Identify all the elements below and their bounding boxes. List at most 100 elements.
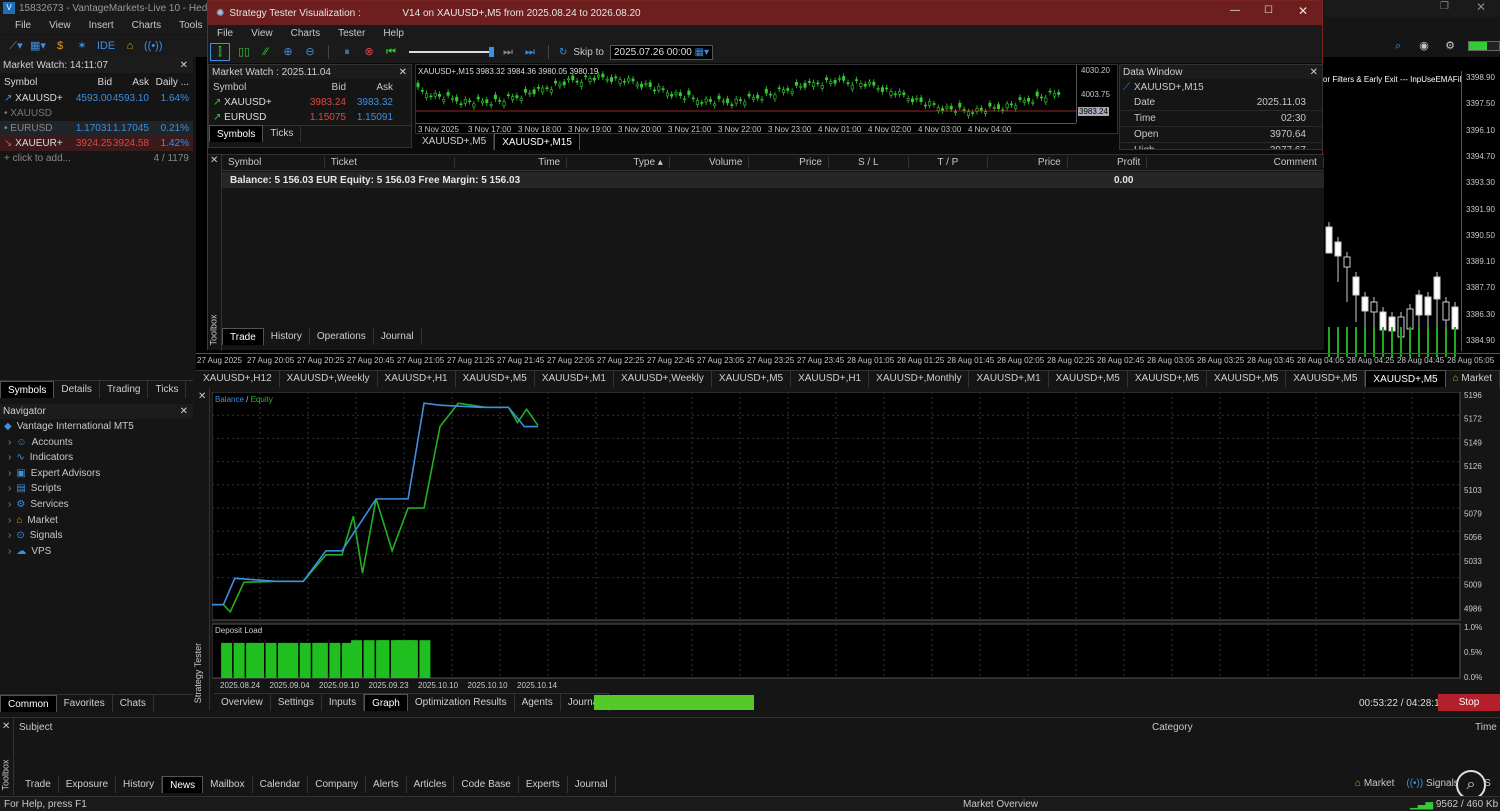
chart-tab[interactable]: XAUUSD+,M5 — [1286, 370, 1366, 387]
maximize-icon[interactable]: ☐ — [1264, 5, 1273, 16]
minimize-icon[interactable]: — — [1230, 5, 1240, 16]
signals-link[interactable]: ((•)) Signals — [1406, 778, 1458, 789]
tab-optimization[interactable]: Optimization Results — [408, 693, 515, 711]
close-icon[interactable]: ✕ — [180, 406, 193, 417]
zoom-out-icon[interactable]: ⊖ — [302, 44, 318, 60]
close-icon[interactable]: ✕ — [210, 155, 218, 166]
tab-symbols[interactable]: Symbols — [0, 380, 55, 398]
close-icon[interactable]: ✕ — [198, 391, 206, 402]
tab-trade[interactable]: Trade — [18, 776, 59, 793]
tab-settings[interactable]: Settings — [271, 693, 322, 711]
signal-icon[interactable]: ((•)) — [144, 38, 163, 54]
ide-icon[interactable]: IDE — [96, 38, 116, 54]
tab-code-base[interactable]: Code Base — [454, 776, 519, 793]
bar-chart-icon[interactable]: ⫿ — [210, 43, 230, 61]
stop-button[interactable]: Stop — [1438, 694, 1500, 711]
navigator-root[interactable]: ◆ Vantage International MT5 — [0, 419, 193, 435]
col-category[interactable]: Category — [1152, 722, 1193, 733]
st-menu-help[interactable]: Help — [374, 28, 413, 39]
settings-icon[interactable]: ⚙ — [1442, 38, 1458, 54]
trade-col[interactable]: Volume — [670, 157, 750, 168]
nav-scripts[interactable]: › ▤ Scripts — [0, 481, 193, 497]
nav-experts[interactable]: › ▣ Expert Advisors — [0, 466, 193, 482]
menu-tools[interactable]: Tools — [170, 20, 211, 31]
pause-icon[interactable]: ⏸ — [339, 44, 355, 60]
trade-col[interactable]: Price — [988, 157, 1068, 168]
tab-chats[interactable]: Chats — [113, 694, 154, 712]
balance-row[interactable]: Balance: 5 156.03 EUR Equity: 5 156.03 F… — [222, 172, 1324, 188]
tab-graph[interactable]: Graph — [364, 693, 408, 711]
chart-tab[interactable]: XAUUSD+,Weekly — [280, 370, 378, 387]
chart-tab[interactable]: XAUUSD+,M1 — [969, 370, 1049, 387]
close-icon[interactable]: ✕ — [1298, 4, 1308, 18]
col-time[interactable]: Time — [1475, 722, 1497, 733]
nav-accounts[interactable]: › ☺ Accounts — [0, 435, 193, 451]
tab-history[interactable]: History — [116, 776, 163, 793]
close-icon[interactable]: ✕ — [1310, 67, 1322, 78]
close-icon[interactable]: ✕ — [180, 60, 193, 71]
market-link[interactable]: ⌂ Market — [1355, 778, 1394, 789]
chart-tab[interactable]: XAUUSD+,Monthly — [869, 370, 970, 387]
rewind-icon[interactable]: ⏮ — [383, 44, 399, 60]
trade-col[interactable]: Comment — [1147, 157, 1324, 168]
skip-date-input[interactable]: 2025.07.26 00:00 ▦▾ — [609, 44, 714, 60]
col-bid[interactable]: Bid — [75, 77, 112, 88]
candle-chart-icon[interactable]: ▯▯ — [236, 44, 252, 60]
trade-col[interactable]: Profit — [1068, 157, 1148, 168]
tab-xauusd-m15[interactable]: XAUUSD+,M15 — [494, 133, 580, 150]
col-symbol[interactable]: Symbol — [209, 82, 304, 93]
chart-tab[interactable]: XAUUSD+,Weekly — [614, 370, 712, 387]
market-tab[interactable]: ⌂ Market — [1446, 370, 1500, 387]
market-watch-row[interactable]: • EURUSD 1.17031 1.17045 0.21% — [0, 121, 193, 136]
tab-ticks[interactable]: Ticks — [148, 380, 187, 398]
st-market-row[interactable]: ↗ XAUUSD+ 3983.24 3983.32 — [209, 95, 411, 110]
tab-overview[interactable]: Overview — [214, 693, 271, 711]
chart-tab[interactable]: XAUUSD+,M5 — [1049, 370, 1128, 387]
close-icon[interactable]: ✕ — [1476, 0, 1486, 14]
market-watch-row[interactable]: ↗ XAUUSD+ 4593.00 4593.10 1.64% — [0, 91, 193, 106]
chart-tab[interactable]: XAUUSD+,M5 — [1365, 370, 1446, 387]
tab-details[interactable]: Details — [54, 380, 100, 398]
nav-indicators[interactable]: › ∿ Indicators — [0, 450, 193, 466]
col-ask[interactable]: Ask — [346, 82, 393, 93]
search-icon[interactable]: ⌕ — [1390, 38, 1406, 54]
trade-col[interactable]: Price — [749, 157, 829, 168]
trade-col[interactable]: T / P — [909, 157, 989, 168]
market-bag-icon[interactable]: ⌂ — [122, 38, 138, 54]
chart-tab[interactable]: XAUUSD+,M5 — [1128, 370, 1208, 387]
balance-equity-chart[interactable]: Balance / Equity 5196 5172 5149 5126 5103 5079… — [212, 392, 1500, 694]
tab-experts[interactable]: Experts — [519, 776, 568, 793]
chart-tab[interactable]: XAUUSD+,H1 — [791, 370, 870, 387]
chart-tab[interactable]: XAUUSD+,M1 — [535, 370, 614, 387]
close-icon[interactable]: ✕ — [2, 721, 10, 732]
stop-icon[interactable]: ⊗ — [361, 44, 377, 60]
st-menu-view[interactable]: View — [242, 28, 282, 39]
col-subject[interactable]: Subject — [19, 722, 52, 733]
restore-icon[interactable]: ❐ — [1440, 1, 1449, 12]
algo-icon[interactable]: ✶ — [74, 38, 90, 54]
tab-symbols[interactable]: Symbols — [209, 124, 264, 142]
close-icon[interactable]: ✕ — [399, 67, 411, 78]
trade-col[interactable]: S / L — [829, 157, 909, 168]
account-icon[interactable]: ◉ — [1416, 38, 1432, 54]
menu-insert[interactable]: Insert — [80, 20, 123, 31]
nav-vps[interactable]: › ☁ VPS — [0, 544, 193, 560]
st-menu-tester[interactable]: Tester — [329, 28, 374, 39]
tab-ticks[interactable]: Ticks — [263, 124, 302, 142]
tab-journal[interactable]: Journal — [568, 776, 616, 793]
add-symbol-row[interactable]: + click to add... 4 / 1179 — [0, 151, 193, 166]
tab-company[interactable]: Company — [308, 776, 367, 793]
st-market-row[interactable]: ↗ EURUSD 1.15075 1.15091 — [209, 110, 411, 125]
market-watch-row[interactable]: • XAUUSD — [0, 106, 193, 121]
menu-file[interactable]: File — [6, 20, 40, 31]
chart-template-icon[interactable]: ▦▾ — [30, 38, 46, 54]
tab-inputs[interactable]: Inputs — [322, 693, 365, 711]
tab-exposure[interactable]: Exposure — [59, 776, 117, 793]
zoom-in-icon[interactable]: ⊕ — [280, 44, 296, 60]
menu-view[interactable]: View — [40, 20, 80, 31]
tab-xauusd-m5[interactable]: XAUUSD+,M5 — [415, 133, 495, 150]
nav-signals[interactable]: › ⊙ Signals — [0, 528, 193, 544]
chart-tab[interactable]: XAUUSD+,M5 — [1207, 370, 1287, 387]
tab-news[interactable]: News — [162, 776, 204, 793]
trade-col[interactable]: Type ▴ — [567, 157, 670, 168]
